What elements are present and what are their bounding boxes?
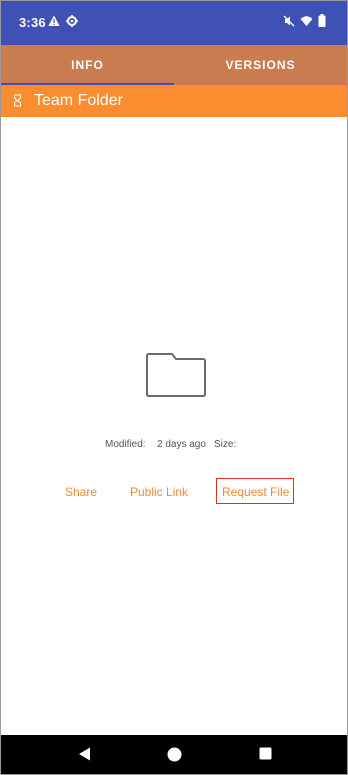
app-screen: 3:36 INFO VERSIONS Team Folder Modified:… [0, 0, 348, 775]
battery-icon [318, 14, 326, 32]
request-file-button[interactable]: Request File [222, 485, 289, 499]
back-icon[interactable] [78, 747, 91, 766]
mute-icon [283, 14, 295, 32]
tab-info[interactable]: INFO [1, 45, 174, 85]
folder-header: Team Folder [1, 85, 347, 117]
modified-value: 2 days ago [157, 439, 206, 450]
folder-icon [143, 351, 209, 406]
tab-bar: INFO VERSIONS [1, 45, 347, 85]
home-icon[interactable] [167, 747, 182, 767]
recents-icon[interactable] [259, 747, 272, 765]
hourglass-icon [13, 94, 22, 112]
share-button[interactable]: Share [65, 485, 97, 499]
public-link-button[interactable]: Public Link [130, 485, 188, 499]
status-time: 3:36 [19, 15, 46, 30]
navigation-bar [1, 735, 347, 774]
folder-title: Team Folder [34, 92, 123, 109]
modified-label: Modified: [105, 439, 146, 450]
wifi-icon [300, 14, 313, 32]
warning-icon [48, 14, 60, 32]
settings-gear-icon [66, 14, 78, 32]
status-bar: 3:36 [1, 1, 347, 45]
tab-versions[interactable]: VERSIONS [174, 45, 347, 85]
size-label: Size: [214, 439, 237, 450]
